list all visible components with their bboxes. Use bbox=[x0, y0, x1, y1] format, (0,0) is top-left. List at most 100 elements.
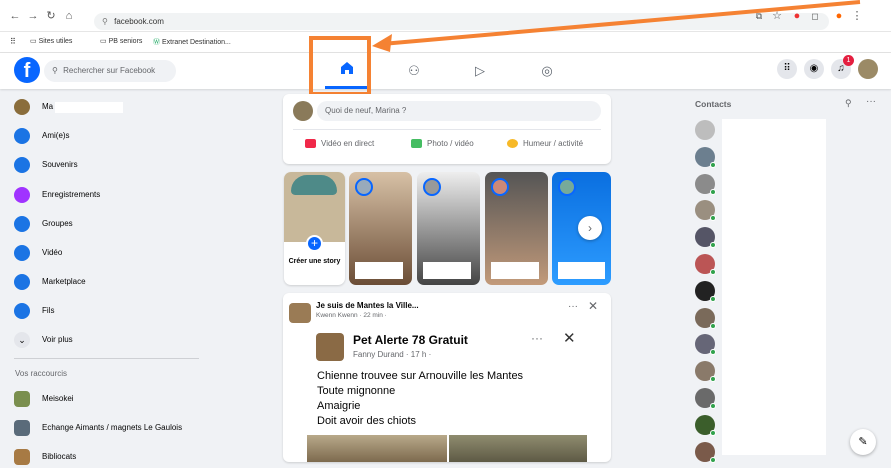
highlight-box bbox=[309, 36, 371, 96]
apps-icon[interactable]: ⠿ bbox=[10, 37, 16, 46]
contact-avatar[interactable] bbox=[695, 120, 715, 140]
post-photo[interactable] bbox=[307, 435, 447, 462]
search-input[interactable]: ⚲ Rechercher sur Facebook bbox=[44, 60, 176, 82]
shortcut-avatar bbox=[14, 391, 30, 407]
composer-action-label: Photo / vidéo bbox=[427, 139, 474, 148]
forward-icon[interactable]: → bbox=[26, 9, 40, 23]
friends-icon bbox=[14, 128, 30, 144]
menu-button[interactable]: ⠿ bbox=[777, 59, 797, 79]
bookmark-pb-seniors[interactable]: ▭ PB seniors bbox=[100, 37, 142, 45]
online-indicator bbox=[710, 215, 716, 222]
contact-avatar[interactable] bbox=[695, 146, 716, 168]
sidebar-item-label: Ma bbox=[42, 102, 54, 111]
post-photo[interactable] bbox=[449, 435, 587, 462]
friends-icon: ⚇ bbox=[408, 63, 420, 78]
tab-friends[interactable]: ⚇ bbox=[392, 57, 436, 85]
online-indicator bbox=[710, 269, 716, 275]
composer-action-label: Vidéo en direct bbox=[321, 139, 375, 148]
compose-icon: ✎ bbox=[858, 436, 868, 448]
contact-avatar[interactable] bbox=[695, 254, 716, 275]
post-text-line: Toute mignonne bbox=[317, 385, 396, 397]
reload-icon[interactable]: ↻ bbox=[44, 9, 58, 23]
avatar[interactable] bbox=[293, 101, 313, 121]
contacts-names-redacted bbox=[722, 119, 826, 455]
contact-avatar[interactable] bbox=[695, 388, 716, 409]
group-avatar[interactable] bbox=[289, 303, 311, 323]
shared-post-title[interactable]: Pet Alerte 78 Gratuit bbox=[353, 333, 468, 347]
bookmark-icon bbox=[14, 187, 30, 203]
story-avatar bbox=[558, 178, 576, 196]
post-meta: Kwenn Kwenn · 22 min · bbox=[316, 312, 387, 319]
sidebar-item-label: Souvenirs bbox=[42, 160, 78, 169]
facebook-logo[interactable]: f bbox=[14, 57, 40, 83]
shortcut-label: Echange Aimants / magnets Le Gaulois bbox=[42, 423, 183, 432]
story-name-redacted bbox=[491, 262, 539, 279]
close-icon[interactable]: ✕ bbox=[588, 299, 598, 313]
groups-icon: ◎ bbox=[541, 63, 553, 78]
post-group-name[interactable]: Je suis de Mantes la Ville... bbox=[316, 301, 419, 310]
more-options-icon[interactable]: ··· bbox=[568, 301, 578, 312]
online-indicator bbox=[710, 188, 716, 195]
composer-input[interactable]: Quoi de neuf, Marina ? bbox=[317, 101, 601, 121]
search-icon: ⚲ bbox=[52, 66, 58, 75]
contact-avatar[interactable] bbox=[695, 441, 716, 463]
shared-close-icon[interactable]: ✕ bbox=[563, 329, 576, 347]
name-redacted bbox=[55, 102, 123, 113]
shortcut-label: Meisokei bbox=[42, 394, 74, 403]
sidebar-divider bbox=[14, 358, 199, 359]
url-text: facebook.com bbox=[114, 17, 164, 26]
story-name-redacted bbox=[558, 262, 605, 279]
groups-icon bbox=[14, 216, 30, 232]
contact-avatar[interactable] bbox=[695, 280, 716, 302]
contact-avatar[interactable] bbox=[695, 173, 716, 195]
messenger-button[interactable]: ◉ bbox=[804, 59, 824, 79]
post-text-line: Amaigrie bbox=[317, 400, 361, 412]
stories-next-button[interactable]: › bbox=[578, 216, 602, 240]
contact-avatar[interactable] bbox=[695, 200, 716, 222]
contact-avatar[interactable] bbox=[695, 307, 716, 329]
composer-action-button[interactable]: Vidéo en direct bbox=[305, 139, 375, 149]
notifications-button[interactable]: ♫ 1 bbox=[831, 55, 854, 79]
chevron-down-icon: ⌄ bbox=[14, 332, 30, 348]
more-options-icon[interactable]: ··· bbox=[866, 96, 876, 107]
bell-icon: ♫ bbox=[837, 63, 845, 74]
composer-action-button[interactable]: Photo / vidéo bbox=[411, 139, 474, 149]
create-story-card[interactable]: + Créer une story bbox=[284, 172, 345, 285]
story-avatar bbox=[355, 178, 373, 196]
account-avatar[interactable] bbox=[858, 59, 878, 79]
bookmark-extranet[interactable]: Ⓦ Extranet Destination... bbox=[153, 37, 231, 47]
site-info-icon[interactable]: ⚲ bbox=[102, 17, 108, 26]
online-indicator bbox=[710, 403, 716, 409]
shared-more-icon[interactable]: ··· bbox=[531, 331, 543, 345]
tab-groups[interactable]: ◎ bbox=[525, 57, 569, 85]
contact-avatar[interactable] bbox=[695, 361, 716, 383]
avatar-icon bbox=[14, 99, 30, 115]
sidebar-item-label: Enregistrements bbox=[42, 190, 101, 199]
contact-avatar[interactable] bbox=[695, 227, 716, 249]
shortcut-avatar bbox=[14, 449, 30, 465]
post-card: Je suis de Mantes la Ville... Kwenn Kwen… bbox=[283, 293, 611, 462]
composer-action-button[interactable]: Humeur / activité bbox=[507, 139, 584, 149]
page-avatar[interactable] bbox=[316, 333, 344, 361]
story-card[interactable] bbox=[485, 172, 548, 285]
online-indicator bbox=[710, 242, 716, 249]
plus-icon[interactable]: + bbox=[306, 235, 323, 252]
post-text-line: Chienne trouvee sur Arnouville les Mante… bbox=[317, 370, 524, 382]
home-icon[interactable]: ⌂ bbox=[62, 9, 76, 23]
bookmark-sites-utiles[interactable]: ▭ Sites utiles bbox=[30, 37, 72, 45]
contact-avatar[interactable] bbox=[695, 414, 716, 436]
composer-action-label: Humeur / activité bbox=[523, 139, 584, 148]
search-icon[interactable]: ⚲ bbox=[845, 98, 852, 109]
back-icon[interactable]: ← bbox=[8, 9, 22, 23]
online-indicator bbox=[710, 161, 716, 168]
contact-avatar[interactable] bbox=[695, 334, 716, 356]
photo-icon bbox=[411, 139, 422, 149]
grid-icon: ⠿ bbox=[783, 63, 791, 74]
story-name-redacted bbox=[355, 262, 403, 279]
chevron-right-icon: › bbox=[588, 221, 592, 235]
story-card[interactable] bbox=[349, 172, 412, 285]
tab-video[interactable]: ▷ bbox=[458, 57, 502, 85]
new-message-button[interactable]: ✎ bbox=[850, 429, 876, 455]
story-card[interactable] bbox=[417, 172, 480, 285]
sidebar-item-label: Voir plus bbox=[42, 335, 73, 344]
